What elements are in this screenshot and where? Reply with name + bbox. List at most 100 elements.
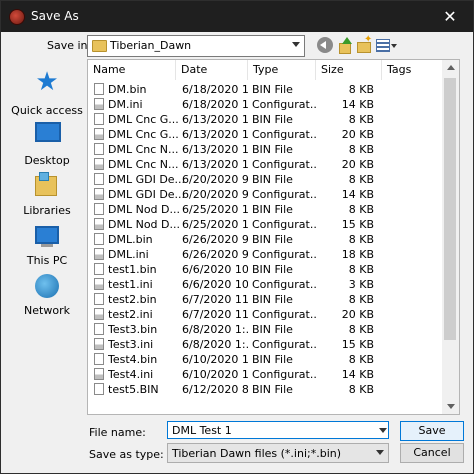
- scroll-down-icon[interactable]: [447, 404, 455, 409]
- current-folder-name: Tiberian_Dawn: [110, 39, 192, 52]
- save-in-dropdown[interactable]: Tiberian_Dawn: [87, 35, 305, 57]
- file-size: 8 KB: [348, 293, 374, 306]
- cancel-button[interactable]: Cancel: [400, 443, 464, 463]
- network-icon: [35, 274, 59, 298]
- file-type: BIN File: [252, 143, 293, 156]
- file-size: 8 KB: [348, 323, 374, 336]
- file-icon: [94, 383, 104, 395]
- window-title: Save As: [31, 9, 79, 23]
- file-type: Configurat...: [252, 278, 318, 291]
- file-icon: [94, 293, 104, 305]
- column-header-tags[interactable]: Tags: [382, 60, 442, 80]
- file-icon: [94, 83, 104, 95]
- file-name: test1.bin: [108, 263, 157, 276]
- scroll-up-icon[interactable]: [447, 65, 455, 70]
- file-row[interactable]: Test4.bin 6/10/2020 1... BIN File 8 KB: [88, 352, 459, 367]
- vertical-scrollbar[interactable]: [442, 60, 459, 414]
- file-type: Configurat...: [252, 368, 318, 381]
- column-header-type[interactable]: Type: [248, 60, 316, 80]
- file-date: 6/12/2020 8...: [182, 383, 248, 396]
- config-file-icon: [94, 98, 104, 110]
- file-row[interactable]: DML Cnc G...6/13/2020 1... Configurat... 2…: [88, 127, 459, 142]
- file-row[interactable]: test1.bin 6/6/2020 10:... BIN File 8 KB: [88, 262, 459, 277]
- place-label: Desktop: [24, 154, 70, 167]
- file-name: DML Cnc N...: [108, 158, 179, 171]
- back-icon[interactable]: [317, 37, 333, 53]
- file-row[interactable]: DML Cnc N...6/13/2020 1... Configurat... 2…: [88, 157, 459, 172]
- config-file-icon: [94, 158, 104, 170]
- file-row[interactable]: DML Nod D...6/25/2020 1... Configurat... 1…: [88, 217, 459, 232]
- file-size: 8 KB: [348, 113, 374, 126]
- column-header-row: Name Date Type Size Tags: [88, 60, 459, 80]
- close-button[interactable]: ✕: [427, 1, 473, 32]
- file-name: DML Cnc G...: [108, 128, 179, 141]
- place-quick-access[interactable]: ★ Quick access: [9, 67, 85, 120]
- file-type: Configurat...: [252, 218, 318, 231]
- file-name-input[interactable]: [167, 421, 389, 439]
- file-date: 6/8/2020 1:...: [182, 338, 248, 351]
- place-network[interactable]: Network: [9, 268, 85, 318]
- save-in-label: Save in:: [47, 39, 92, 52]
- file-row[interactable]: test2.bin 6/7/2020 11:... BIN File 8 KB: [88, 292, 459, 307]
- place-label: Quick access: [11, 104, 83, 117]
- file-row[interactable]: DML GDI De...6/20/2020 9... BIN File 8 KB: [88, 172, 459, 187]
- place-libraries[interactable]: Libraries: [9, 168, 85, 218]
- file-size: 8 KB: [348, 143, 374, 156]
- file-size: 15 KB: [341, 338, 374, 351]
- place-this-pc[interactable]: This PC: [9, 218, 85, 268]
- file-row[interactable]: DM.bin 6/18/2020 1... BIN File 8 KB: [88, 82, 459, 97]
- file-size: 14 KB: [341, 368, 374, 381]
- up-folder-icon[interactable]: [337, 37, 353, 54]
- file-date: 6/7/2020 11:...: [182, 293, 248, 306]
- file-date: 6/13/2020 1...: [182, 113, 248, 126]
- file-size: 18 KB: [341, 248, 374, 261]
- file-row[interactable]: test1.ini 6/6/2020 10:... Configurat... 3 K…: [88, 277, 459, 292]
- file-row[interactable]: DML.ini 6/26/2020 9... Configurat... 18 KB: [88, 247, 459, 262]
- file-type: Configurat...: [252, 308, 318, 321]
- place-desktop[interactable]: Desktop: [9, 118, 85, 168]
- file-row[interactable]: DML Cnc G...6/13/2020 1... BIN File 8 KB: [88, 112, 459, 127]
- file-list[interactable]: Name Date Type Size Tags DM.bin 6/18/2020…: [87, 59, 460, 415]
- file-row[interactable]: test2.ini 6/7/2020 11:... Configurat... 20 …: [88, 307, 459, 322]
- file-date: 6/20/2020 9...: [182, 173, 248, 186]
- file-row[interactable]: DML GDI De...6/20/2020 9... Configurat...…: [88, 187, 459, 202]
- new-folder-icon[interactable]: [356, 34, 372, 53]
- file-row[interactable]: DML Cnc N...6/13/2020 1... BIN File 8 KB: [88, 142, 459, 157]
- file-name: Test4.bin: [108, 353, 158, 366]
- column-header-size[interactable]: Size: [316, 60, 382, 80]
- star-icon: ★: [35, 67, 59, 97]
- file-type: BIN File: [252, 203, 293, 216]
- chevron-down-icon[interactable]: [379, 428, 387, 433]
- file-size: 14 KB: [341, 98, 374, 111]
- file-name: DML Cnc N...: [108, 143, 179, 156]
- title-bar[interactable]: Save As ✕: [1, 1, 473, 32]
- file-size: 15 KB: [341, 218, 374, 231]
- view-menu-icon[interactable]: [376, 37, 398, 53]
- file-size: 8 KB: [348, 263, 374, 276]
- config-file-icon: [94, 308, 104, 320]
- place-label: Libraries: [23, 204, 71, 217]
- file-row[interactable]: test5.BIN 6/12/2020 8... BIN File 8 KB: [88, 382, 459, 397]
- column-header-name[interactable]: Name: [88, 60, 176, 80]
- file-date: 6/13/2020 1...: [182, 128, 248, 141]
- file-row[interactable]: Test3.ini 6/8/2020 1:... Configurat... 15 K…: [88, 337, 459, 352]
- column-header-date[interactable]: Date: [176, 60, 248, 80]
- file-size: 20 KB: [341, 158, 374, 171]
- config-file-icon: [94, 128, 104, 140]
- file-row[interactable]: DML Nod D...6/25/2020 1... BIN File 8 KB: [88, 202, 459, 217]
- file-row[interactable]: Test4.ini 6/10/2020 1... Configurat... 14 K…: [88, 367, 459, 382]
- file-type: Configurat...: [252, 338, 318, 351]
- scroll-thumb[interactable]: [444, 78, 456, 340]
- file-name: test1.ini: [108, 278, 153, 291]
- save-as-type-dropdown[interactable]: Tiberian Dawn files (*.ini;*.bin): [167, 443, 389, 463]
- file-date: 6/20/2020 9...: [182, 188, 248, 201]
- place-label: This PC: [26, 254, 68, 267]
- file-size: 8 KB: [348, 383, 374, 396]
- file-row[interactable]: DML.bin 6/26/2020 9... BIN File 8 KB: [88, 232, 459, 247]
- file-row[interactable]: DM.ini 6/18/2020 1... Configurat... 14 KB: [88, 97, 459, 112]
- save-button[interactable]: Save: [400, 421, 464, 441]
- file-type: Configurat...: [252, 158, 318, 171]
- libraries-icon: [35, 172, 57, 196]
- file-date: 6/10/2020 1...: [182, 353, 248, 366]
- file-row[interactable]: Test3.bin 6/8/2020 1:... BIN File 8 KB: [88, 322, 459, 337]
